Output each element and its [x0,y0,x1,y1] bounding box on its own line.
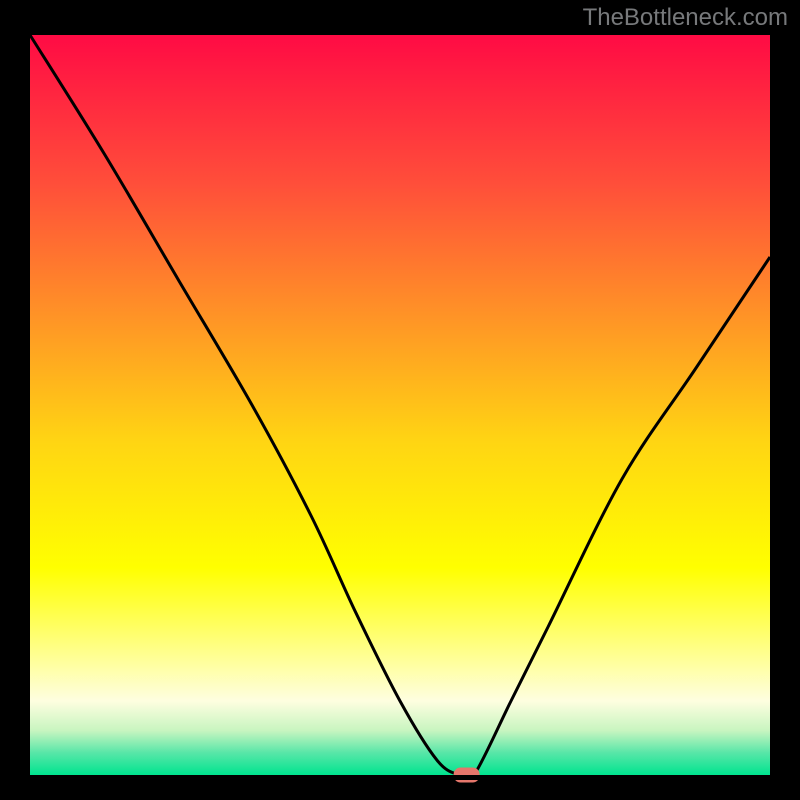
attribution-label: TheBottleneck.com [583,4,788,32]
chart-container: TheBottleneck.com [0,0,800,800]
bottleneck-chart [0,0,800,800]
plot-background [30,35,770,775]
